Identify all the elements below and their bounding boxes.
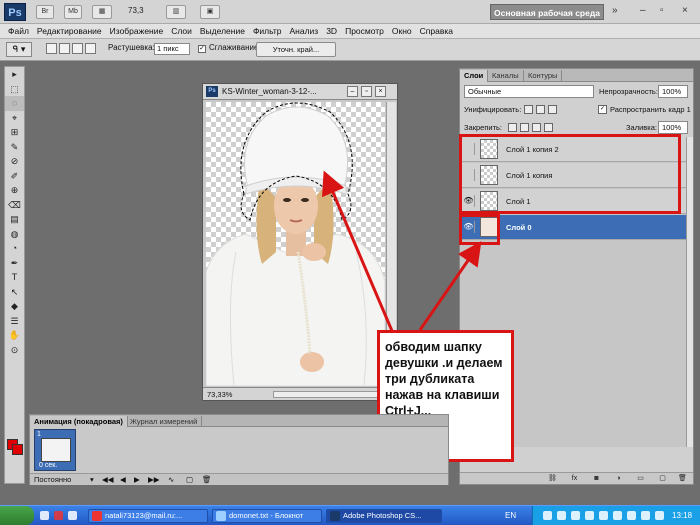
annotation-line: обводим шапку bbox=[385, 340, 482, 354]
tray-icon[interactable] bbox=[613, 511, 622, 520]
opera-icon[interactable] bbox=[54, 511, 63, 520]
frame-delay[interactable]: 0 сек. bbox=[39, 462, 57, 469]
photoshop-icon bbox=[330, 511, 340, 521]
first-frame-icon[interactable]: ◀◀ bbox=[102, 475, 114, 484]
tray-icon[interactable] bbox=[557, 511, 566, 520]
annotation-line: три дубликата bbox=[385, 372, 475, 386]
tray-icon[interactable] bbox=[641, 511, 650, 520]
tray-icon[interactable] bbox=[571, 511, 580, 520]
tray-icon[interactable] bbox=[599, 511, 608, 520]
tray-icon[interactable] bbox=[543, 511, 552, 520]
quicklaunch-icon[interactable] bbox=[68, 511, 77, 520]
taskbar-item-label: Adobe Photoshop CS... bbox=[343, 511, 422, 520]
previous-frame-icon[interactable]: ◀ bbox=[120, 475, 126, 484]
taskbar-item-notepad[interactable]: domonet.txt - Блокнот bbox=[212, 509, 322, 523]
taskbar-item-label: natali73123@mail.ru:... bbox=[105, 511, 183, 520]
notepad-icon bbox=[216, 511, 226, 521]
arrow-to-hat bbox=[322, 170, 400, 346]
quicklaunch-icon[interactable] bbox=[40, 511, 49, 520]
taskbar-item-mail[interactable]: natali73123@mail.ru:... bbox=[88, 509, 208, 523]
duplicate-frame-icon[interactable]: ▢ bbox=[186, 475, 193, 484]
tween-icon[interactable]: ∿ bbox=[168, 475, 174, 484]
loop-dropdown-icon[interactable]: ▾ bbox=[90, 475, 94, 484]
tab-measurement-log[interactable]: Журнал измерений bbox=[126, 416, 203, 427]
frame-thumbnail bbox=[41, 438, 71, 462]
taskbar-item-photoshop[interactable]: Adobe Photoshop CS... bbox=[326, 509, 442, 523]
arrow-to-layer bbox=[418, 241, 482, 331]
play-icon[interactable]: ▶ bbox=[134, 475, 140, 484]
tab-animation[interactable]: Анимация (покадровая) bbox=[30, 416, 128, 427]
tray-icon[interactable] bbox=[627, 511, 636, 520]
tray-icon[interactable] bbox=[655, 511, 664, 520]
frame-number: 1 bbox=[37, 431, 41, 438]
language-indicator[interactable]: EN bbox=[505, 511, 516, 520]
opera-icon bbox=[92, 511, 102, 521]
clock: 13:18 bbox=[672, 511, 693, 520]
animation-frame[interactable]: 1 0 сек. bbox=[34, 429, 76, 471]
animation-panel: Анимация (покадровая) Журнал измерений 1… bbox=[29, 414, 449, 485]
next-frame-icon[interactable]: ▶▶ bbox=[148, 475, 160, 484]
loop-select[interactable]: Постоянно bbox=[34, 475, 71, 484]
animation-tab-bar: Анимация (покадровая) Журнал измерений bbox=[30, 415, 448, 427]
annotation-line: нажав на клавиши bbox=[385, 388, 500, 402]
tray-icon[interactable] bbox=[585, 511, 594, 520]
animation-controls: Постоянно ▾ ◀◀ ◀ ▶ ▶▶ ∿ ▢ 🗑 bbox=[30, 473, 448, 485]
taskbar-item-label: domonet.txt - Блокнот bbox=[229, 511, 304, 520]
windows-taskbar: natali73123@mail.ru:... domonet.txt - Бл… bbox=[0, 505, 700, 525]
delete-frame-icon[interactable]: 🗑 bbox=[202, 475, 212, 484]
start-button[interactable] bbox=[0, 506, 34, 525]
annotation-line: девушки .и делаем bbox=[385, 356, 503, 370]
